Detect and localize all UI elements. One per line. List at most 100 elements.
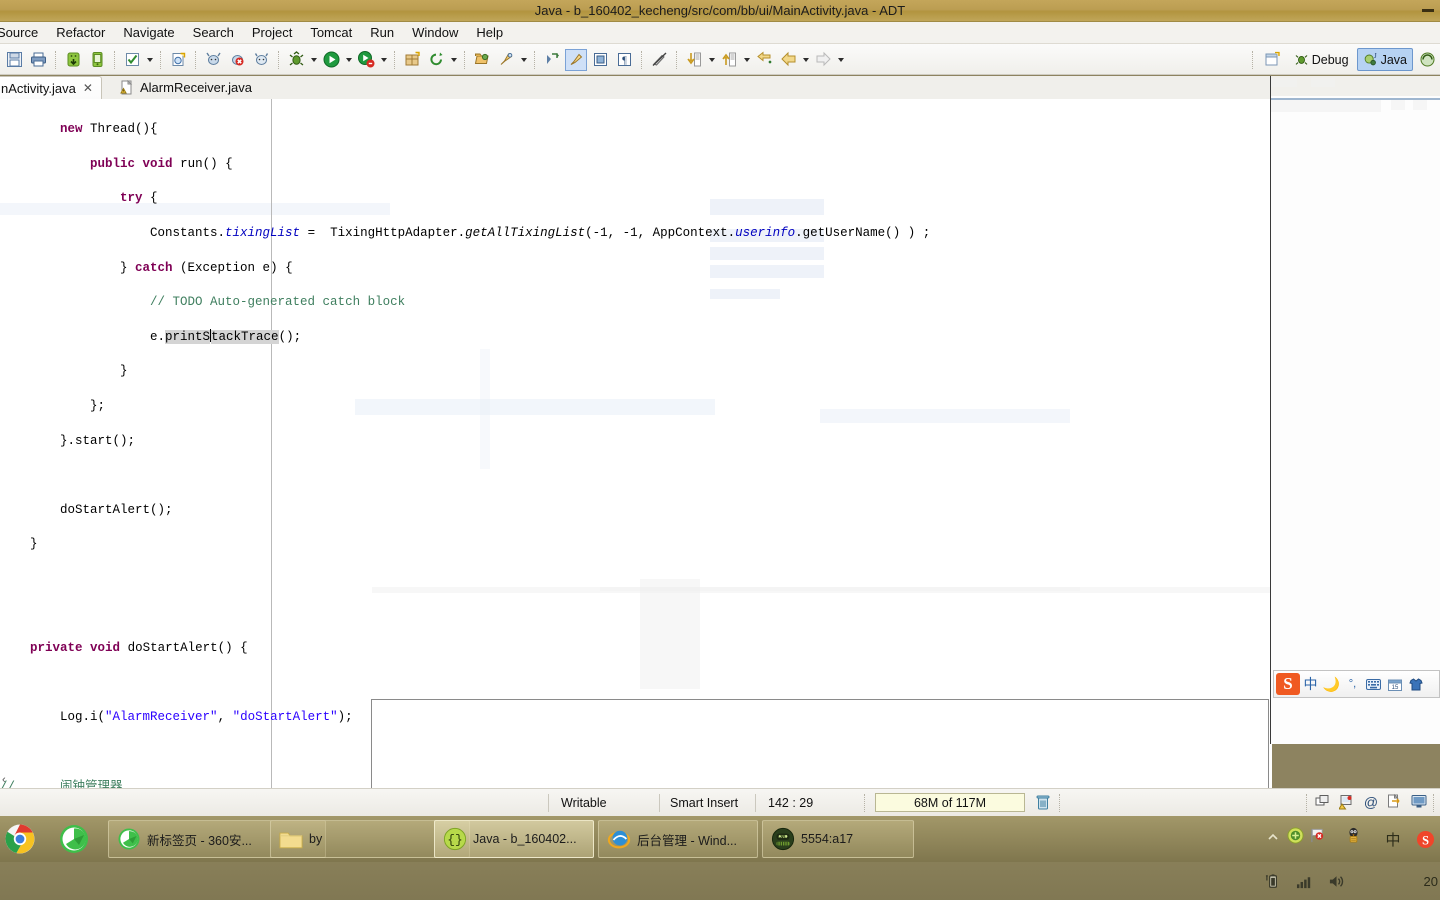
forward-dropdown-arrow[interactable] [835,49,846,71]
search-icon[interactable] [495,49,517,71]
menu-item-window[interactable]: Window [403,22,467,44]
code-text[interactable]: new Thread(){ public void run() { try { … [0,99,1272,788]
window-title: Java - b_160402_kecheng/src/com/bb/ui/Ma… [534,3,906,18]
skin-icon[interactable] [1405,671,1426,697]
menu-item-project[interactable]: Project [243,22,301,44]
prev-annotation-icon[interactable] [718,49,740,71]
back-icon[interactable] [777,49,799,71]
debug-icon[interactable] [285,49,307,71]
sogou-logo-icon[interactable]: S [1276,673,1300,695]
editor-tab-alarmreceiver[interactable]: AlarmReceiver.java [112,76,260,99]
prev-annotation-dropdown-arrow[interactable] [741,49,752,71]
chrome-launcher[interactable] [0,820,40,858]
perspective-button-java[interactable]: J Java [1356,48,1413,71]
svg-text:S: S [1422,833,1429,847]
debug-perspective-icon [1294,52,1309,67]
taskbar-button-emulator[interactable]: AND 5554:a17 [762,820,914,858]
forward-icon[interactable] [812,49,834,71]
next-annotation-dropdown-arrow[interactable] [706,49,717,71]
monitor-icon[interactable] [1411,794,1427,811]
run-external-dropdown-arrow[interactable] [378,49,389,71]
taskbar-button-ie-admin[interactable]: 后台管理 - Wind... [598,820,758,858]
360-browser-launcher[interactable] [54,820,94,858]
ie-icon [607,827,631,851]
quick-access-icon[interactable] [1387,794,1403,811]
mark-occurrences-icon[interactable] [565,48,587,71]
moon-icon[interactable]: 🌙 [1321,671,1342,697]
svg-text:{}: {} [447,833,463,848]
svg-text:¶: ¶ [622,56,627,67]
network-signal-icon[interactable] [1294,870,1316,892]
ddms-perspective-icon[interactable] [1416,49,1438,71]
menu-item-tomcat[interactable]: Tomcat [301,22,361,44]
show-hidden-icons-chevron[interactable] [1262,826,1284,848]
360-safe-icon[interactable] [1284,824,1306,846]
save-icon[interactable] [3,49,25,71]
taskbar-button-eclipse-java[interactable]: {} Java - b_160402... [434,820,594,858]
taskbar-clock[interactable]: 20 [1424,862,1440,900]
trash-icon[interactable] [1035,794,1051,811]
menu-item-navigate[interactable]: Navigate [114,22,183,44]
ime-indicator-chinese[interactable]: 中 [1382,828,1404,850]
menu-item-refactor[interactable]: Refactor [47,22,114,44]
sogou-tray-icon[interactable]: S [1414,828,1436,850]
heap-status-bar[interactable]: 68M of 117M [875,793,1025,812]
taskbar-button-label: 新标签页 - 360安... [147,833,252,848]
back-dropdown-arrow[interactable] [800,49,811,71]
ddms-icon[interactable] [202,49,224,71]
perspective-button-debug[interactable]: Debug [1288,48,1355,71]
tile-icon[interactable] [1315,794,1331,811]
menu-item-search[interactable]: Search [184,22,243,44]
code-editor[interactable]: new Thread(){ public void run() { try { … [0,99,1272,788]
search-dropdown-arrow[interactable] [518,49,529,71]
status-insert-mode: Smart Insert [670,795,739,810]
run-external-icon[interactable] [355,49,377,71]
ime-mode-chinese[interactable]: 中 [1300,671,1321,697]
new-wizard-dropdown-arrow[interactable] [144,49,155,71]
sogou-ime-toolbar[interactable]: S 中 🌙 °, 15 [1273,670,1440,698]
new-wizard-icon[interactable] [121,49,143,71]
editor-tab-mainactivity[interactable]: nActivity.java ✕ [0,76,102,99]
windows-taskbar: 新标签页 - 360安... by {} Java - b_160402... … [0,816,1440,900]
java-warning-file-icon [120,80,134,95]
svg-text:15: 15 [1391,685,1398,691]
calendar-icon[interactable]: 15 [1384,671,1405,697]
debug-dropdown-arrow[interactable] [308,49,319,71]
show-print-margin-icon[interactable]: ¶ [613,49,635,71]
android-sdk-manager-icon[interactable] [62,49,84,71]
flag-error-icon[interactable] [1306,824,1328,846]
keyboard-icon[interactable] [1363,671,1384,697]
punctuation-icon[interactable]: °, [1342,671,1363,697]
editor-scroll-left-arrow[interactable]: ‹ [2,774,6,786]
ddms-stop-icon[interactable] [226,49,248,71]
next-annotation-icon[interactable] [683,49,705,71]
taskbar-button-label: 5554:a17 [801,832,854,846]
last-edit-location-icon[interactable] [753,49,775,71]
battery-icon[interactable] [1262,870,1284,892]
svg-text:J: J [1374,52,1377,60]
at-icon: @ [1363,794,1379,810]
disconnect-icon[interactable] [648,49,670,71]
menu-item-source[interactable]: Source [0,22,47,44]
show-whitespace-icon[interactable] [589,49,611,71]
menu-item-run[interactable]: Run [361,22,403,44]
new-java-class-icon[interactable] [167,49,189,71]
lint-icon[interactable] [250,49,272,71]
qq-penguin-icon[interactable] [1342,824,1364,846]
open-type-icon[interactable] [471,49,493,71]
refresh-dropdown-arrow[interactable] [448,49,459,71]
run-icon[interactable] [320,49,342,71]
skip-breakpoints-icon[interactable] [541,49,563,71]
open-perspective-icon[interactable] [1262,49,1284,71]
minimize-button[interactable] [1422,9,1434,12]
refresh-icon[interactable] [425,49,447,71]
run-dropdown-arrow[interactable] [343,49,354,71]
new-package-icon[interactable] [401,49,423,71]
android-avd-manager-icon[interactable] [86,49,108,71]
build-status-icon[interactable] [1339,794,1355,811]
menu-item-help[interactable]: Help [467,22,512,44]
print-icon[interactable] [27,49,49,71]
volume-icon[interactable] [1326,870,1348,892]
close-icon[interactable]: ✕ [83,81,93,95]
perspective-label-java: Java [1380,52,1407,67]
